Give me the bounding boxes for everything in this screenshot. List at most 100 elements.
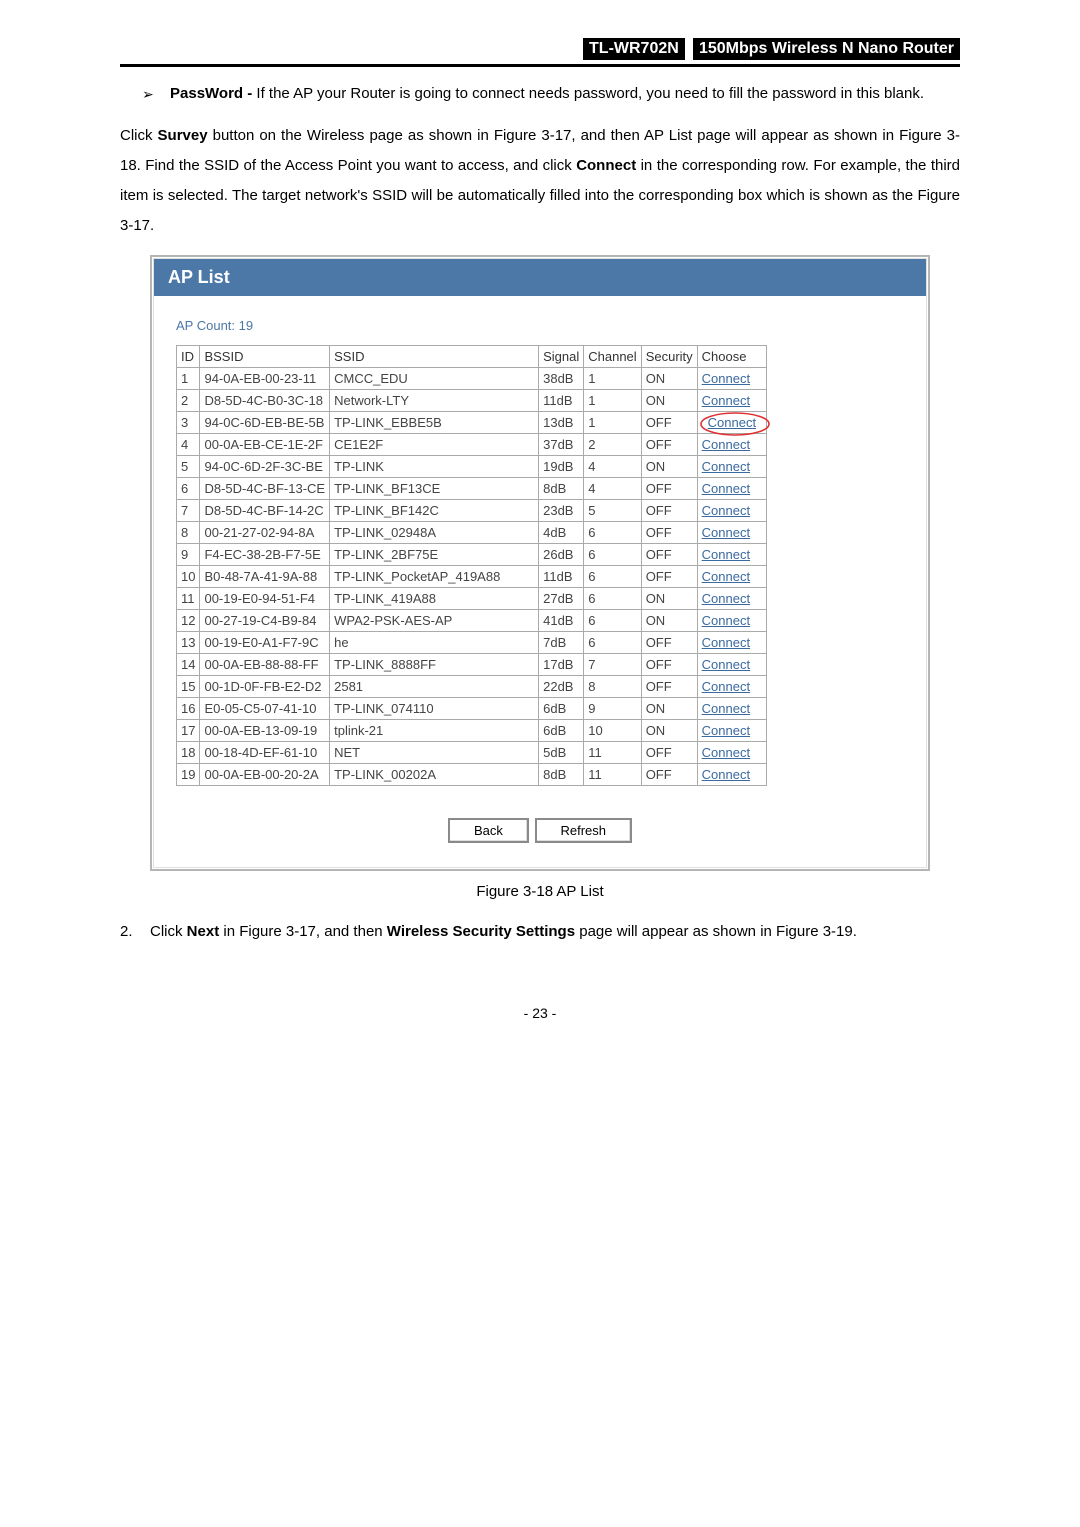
s2-wss: Wireless Security Settings: [387, 923, 575, 940]
cell-signal: 6dB: [539, 697, 584, 719]
cell-security: ON: [641, 609, 697, 631]
connect-link[interactable]: Connect: [702, 393, 750, 408]
cell-id: 8: [177, 521, 200, 543]
cell-choose: Connect: [697, 675, 766, 697]
table-row: 194-0A-EB-00-23-11CMCC_EDU38dB1ONConnect: [177, 367, 767, 389]
cell-signal: 11dB: [539, 565, 584, 587]
bullet-text: PassWord - If the AP your Router is goin…: [170, 81, 924, 107]
step-2-text: Click Next in Figure 3-17, and then Wire…: [150, 918, 857, 945]
cell-channel: 2: [584, 433, 641, 455]
s2-a: Click: [150, 923, 187, 940]
table-row: 2D8-5D-4C-B0-3C-18Network-LTY11dB1ONConn…: [177, 389, 767, 411]
cell-security: ON: [641, 719, 697, 741]
cell-ssid: 2581: [330, 675, 539, 697]
cell-channel: 11: [584, 763, 641, 785]
cell-security: ON: [641, 455, 697, 477]
connect-link[interactable]: Connect: [702, 723, 750, 738]
cell-id: 5: [177, 455, 200, 477]
cell-ssid: TP-LINK_BF142C: [330, 499, 539, 521]
cell-security: OFF: [641, 763, 697, 785]
connect-link[interactable]: Connect: [702, 701, 750, 716]
cell-ssid: Network-LTY: [330, 389, 539, 411]
page-footer: - 23 -: [120, 1005, 960, 1021]
cell-channel: 1: [584, 389, 641, 411]
cell-signal: 38dB: [539, 367, 584, 389]
refresh-button[interactable]: Refresh: [535, 818, 633, 843]
cell-security: OFF: [641, 433, 697, 455]
cell-channel: 1: [584, 367, 641, 389]
table-row: 1200-27-19-C4-B9-84WPA2-PSK-AES-AP41dB6O…: [177, 609, 767, 631]
table-row: 1900-0A-EB-00-20-2ATP-LINK_00202A8dB11OF…: [177, 763, 767, 785]
cell-bssid: D8-5D-4C-BF-13-CE: [200, 477, 330, 499]
col-signal: Signal: [539, 345, 584, 367]
connect-link[interactable]: Connect: [702, 481, 750, 496]
cell-choose: Connect: [697, 697, 766, 719]
cell-choose: Connect: [697, 565, 766, 587]
cell-channel: 9: [584, 697, 641, 719]
cell-channel: 4: [584, 477, 641, 499]
cell-channel: 6: [584, 631, 641, 653]
connect-link[interactable]: Connect: [702, 503, 750, 518]
cell-channel: 4: [584, 455, 641, 477]
cell-bssid: 00-19-E0-A1-F7-9C: [200, 631, 330, 653]
cell-bssid: 00-18-4D-EF-61-10: [200, 741, 330, 763]
cell-security: OFF: [641, 741, 697, 763]
connect-link[interactable]: Connect: [702, 745, 750, 760]
cell-bssid: 00-19-E0-94-51-F4: [200, 587, 330, 609]
cell-ssid: TP-LINK_8888FF: [330, 653, 539, 675]
connect-link[interactable]: Connect: [702, 525, 750, 540]
cell-ssid: NET: [330, 741, 539, 763]
cell-ssid: he: [330, 631, 539, 653]
cell-choose: Connect: [697, 367, 766, 389]
connect-link[interactable]: Connect: [702, 591, 750, 606]
cell-choose: Connect: [697, 609, 766, 631]
cell-id: 4: [177, 433, 200, 455]
cell-ssid: TP-LINK_419A88: [330, 587, 539, 609]
s2-next: Next: [187, 923, 220, 940]
cell-security: OFF: [641, 411, 697, 433]
cell-signal: 6dB: [539, 719, 584, 741]
cell-choose: Connect: [697, 411, 766, 433]
connect-link[interactable]: Connect: [702, 767, 750, 782]
connect-link[interactable]: Connect: [702, 371, 750, 386]
cell-bssid: 94-0C-6D-2F-3C-BE: [200, 455, 330, 477]
p1-connect: Connect: [576, 157, 636, 174]
cell-security: OFF: [641, 499, 697, 521]
figure-caption: Figure 3-18 AP List: [120, 883, 960, 900]
cell-bssid: F4-EC-38-2B-F7-5E: [200, 543, 330, 565]
connect-link[interactable]: Connect: [702, 635, 750, 650]
cell-ssid: TP-LINK_BF13CE: [330, 477, 539, 499]
connect-link[interactable]: Connect: [702, 657, 750, 672]
connect-link[interactable]: Connect: [702, 679, 750, 694]
cell-choose: Connect: [697, 477, 766, 499]
table-row: 10B0-48-7A-41-9A-88TP-LINK_PocketAP_419A…: [177, 565, 767, 587]
connect-link[interactable]: Connect: [702, 613, 750, 628]
cell-bssid: 00-21-27-02-94-8A: [200, 521, 330, 543]
col-security: Security: [641, 345, 697, 367]
bullet-label: PassWord -: [170, 85, 256, 102]
cell-channel: 8: [584, 675, 641, 697]
cell-id: 3: [177, 411, 200, 433]
back-button[interactable]: Back: [448, 818, 529, 843]
bullet-body: If the AP your Router is going to connec…: [256, 85, 924, 102]
cell-signal: 23dB: [539, 499, 584, 521]
cell-bssid: 00-27-19-C4-B9-84: [200, 609, 330, 631]
p1-survey: Survey: [158, 127, 208, 144]
cell-id: 2: [177, 389, 200, 411]
cell-channel: 6: [584, 543, 641, 565]
col-bssid: BSSID: [200, 345, 330, 367]
cell-id: 15: [177, 675, 200, 697]
table-row: 1700-0A-EB-13-09-19tplink-216dB10ONConne…: [177, 719, 767, 741]
figure-ap-list: AP List AP Count: 19 ID BSSID SSID Signa…: [150, 255, 930, 871]
connect-link[interactable]: Connect: [702, 569, 750, 584]
col-id: ID: [177, 345, 200, 367]
connect-link[interactable]: Connect: [702, 459, 750, 474]
bullet-password: ➢ PassWord - If the AP your Router is go…: [142, 81, 960, 107]
s2-b: in Figure 3-17, and then: [219, 923, 387, 940]
col-channel: Channel: [584, 345, 641, 367]
connect-link[interactable]: Connect: [702, 437, 750, 452]
connect-link[interactable]: Connect: [702, 547, 750, 562]
table-row: 1500-1D-0F-FB-E2-D2258122dB8OFFConnect: [177, 675, 767, 697]
cell-signal: 17dB: [539, 653, 584, 675]
cell-signal: 7dB: [539, 631, 584, 653]
